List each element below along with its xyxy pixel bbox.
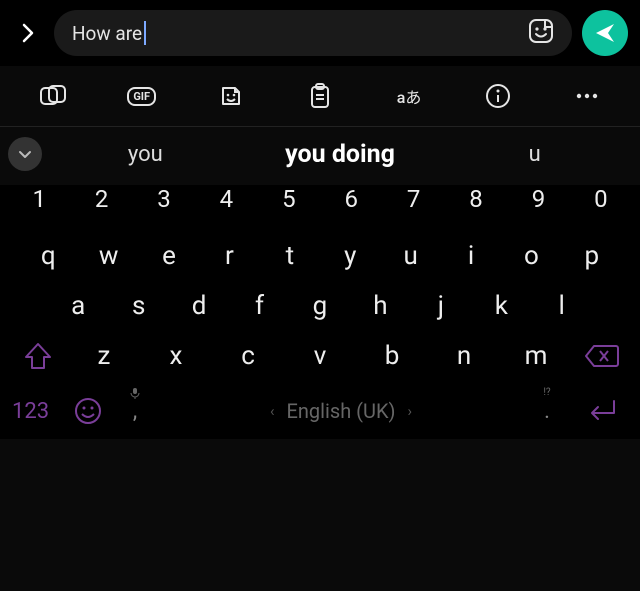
key-8[interactable]: 8 bbox=[445, 185, 507, 213]
emoji-key[interactable] bbox=[68, 397, 108, 425]
key-c[interactable]: c bbox=[212, 341, 284, 371]
suggestion-right[interactable]: u bbox=[437, 142, 632, 167]
key-v[interactable]: v bbox=[284, 341, 356, 371]
more-icon[interactable] bbox=[565, 80, 609, 112]
key-5[interactable]: 5 bbox=[258, 185, 320, 213]
info-icon[interactable] bbox=[476, 80, 520, 112]
key-s[interactable]: s bbox=[108, 291, 168, 321]
key-4[interactable]: 4 bbox=[195, 185, 257, 213]
suggestion-center[interactable]: you doing bbox=[243, 140, 438, 169]
key-y[interactable]: y bbox=[320, 241, 380, 271]
gif-icon[interactable]: GIF bbox=[120, 80, 164, 112]
translate-icon[interactable]: aあ bbox=[387, 80, 431, 112]
key-w[interactable]: w bbox=[78, 241, 138, 271]
sticker-toolbar-icon[interactable] bbox=[209, 80, 253, 112]
prev-lang-icon: ‹ bbox=[270, 402, 275, 420]
text-cursor bbox=[144, 21, 146, 45]
keyboard: 1 2 3 4 5 6 7 8 9 0 q w e r t y u i o p … bbox=[0, 185, 640, 439]
key-9[interactable]: 9 bbox=[507, 185, 569, 213]
key-x[interactable]: x bbox=[140, 341, 212, 371]
key-u[interactable]: u bbox=[380, 241, 440, 271]
key-j[interactable]: j bbox=[411, 291, 471, 321]
key-g[interactable]: g bbox=[290, 291, 350, 321]
send-button[interactable] bbox=[582, 10, 628, 56]
key-d[interactable]: d bbox=[169, 291, 229, 321]
suggestion-row: you you doing u bbox=[0, 127, 640, 185]
next-lang-icon: › bbox=[408, 402, 413, 420]
key-2[interactable]: 2 bbox=[70, 185, 132, 213]
expand-input-button[interactable] bbox=[12, 17, 44, 49]
key-1[interactable]: 1 bbox=[8, 185, 70, 213]
key-z[interactable]: z bbox=[68, 341, 140, 371]
key-r[interactable]: r bbox=[199, 241, 259, 271]
message-input-text: How are bbox=[72, 22, 142, 45]
punctuation-hint: !? bbox=[543, 387, 550, 398]
key-o[interactable]: o bbox=[501, 241, 561, 271]
key-7[interactable]: 7 bbox=[382, 185, 444, 213]
key-e[interactable]: e bbox=[139, 241, 199, 271]
backspace-key[interactable] bbox=[572, 343, 632, 369]
key-6[interactable]: 6 bbox=[320, 185, 382, 213]
key-m[interactable]: m bbox=[500, 341, 572, 371]
shift-key[interactable] bbox=[8, 341, 68, 371]
key-k[interactable]: k bbox=[471, 291, 531, 321]
key-h[interactable]: h bbox=[350, 291, 410, 321]
files-icon[interactable] bbox=[31, 80, 75, 112]
clipboard-icon[interactable] bbox=[298, 80, 342, 112]
key-n[interactable]: n bbox=[428, 341, 500, 371]
space-key[interactable]: ‹ English (UK) › bbox=[162, 399, 520, 423]
suggestion-left[interactable]: you bbox=[48, 142, 243, 167]
key-3[interactable]: 3 bbox=[133, 185, 195, 213]
key-q[interactable]: q bbox=[18, 241, 78, 271]
key-f[interactable]: f bbox=[229, 291, 289, 321]
key-0[interactable]: 0 bbox=[570, 185, 632, 213]
period-key[interactable]: !? . bbox=[526, 399, 568, 424]
key-a[interactable]: a bbox=[48, 291, 108, 321]
enter-key[interactable] bbox=[574, 398, 628, 424]
key-p[interactable]: p bbox=[562, 241, 622, 271]
key-l[interactable]: l bbox=[532, 291, 592, 321]
message-input[interactable]: How are bbox=[54, 10, 572, 56]
comma-key[interactable]: , bbox=[114, 399, 156, 424]
symbols-key[interactable]: 123 bbox=[12, 399, 62, 424]
key-b[interactable]: b bbox=[356, 341, 428, 371]
key-t[interactable]: t bbox=[260, 241, 320, 271]
collapse-suggestions-button[interactable] bbox=[8, 137, 42, 171]
language-label: English (UK) bbox=[287, 399, 396, 423]
mic-hint-icon bbox=[130, 387, 140, 402]
key-i[interactable]: i bbox=[441, 241, 501, 271]
sticker-icon[interactable] bbox=[528, 18, 554, 48]
keyboard-toolbar: GIF aあ bbox=[0, 66, 640, 127]
